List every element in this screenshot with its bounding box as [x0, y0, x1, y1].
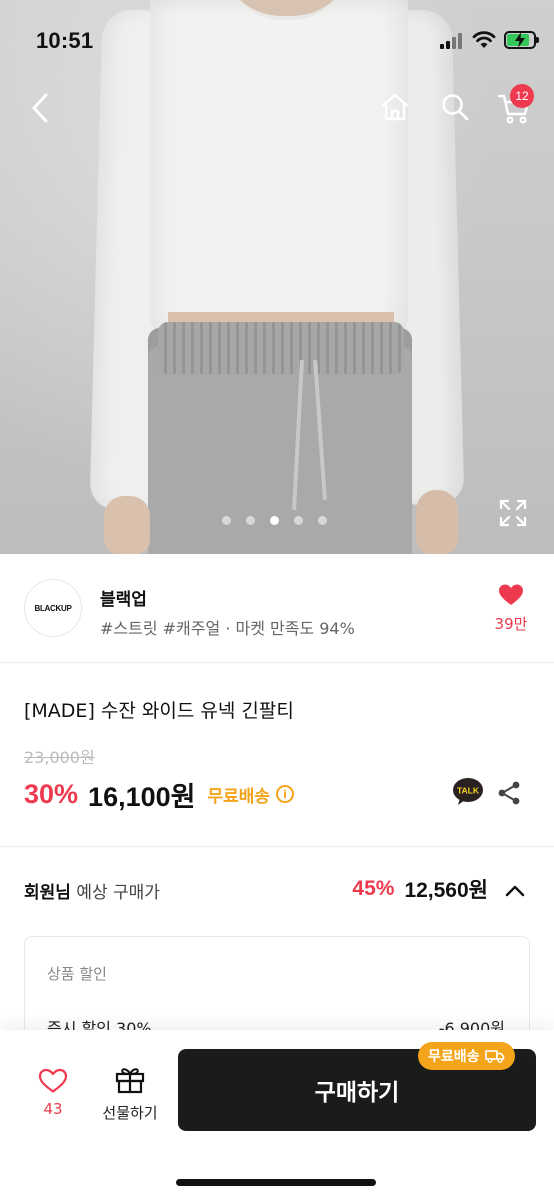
free-shipping-label: 무료배송 — [207, 786, 271, 807]
gift-button[interactable]: 선물하기 — [96, 1064, 164, 1123]
expand-icon[interactable] — [498, 498, 528, 528]
product-title: [MADE] 수잔 와이드 유넥 긴팔티 — [24, 700, 294, 722]
product-like-count: 43 — [43, 1100, 63, 1118]
gallery-dot[interactable] — [294, 516, 303, 525]
heart-outline-icon — [38, 1068, 68, 1093]
cart-count-badge: 12 — [510, 84, 534, 108]
original-price: 23,000원 — [24, 748, 95, 767]
kakaotalk-share-icon[interactable]: TALK — [452, 777, 484, 807]
store-name[interactable]: 블랙업 — [100, 585, 147, 610]
free-shipping-tag-label: 무료배송 — [428, 1049, 480, 1065]
gift-icon — [115, 1068, 145, 1094]
store-like-button[interactable]: 39만 — [488, 583, 534, 634]
member-label-bold: 회원님 — [24, 883, 71, 903]
share-icon[interactable] — [496, 780, 522, 806]
bottom-action-bar: 43 선물하기 구매하기 무료배송 — [0, 1030, 554, 1200]
home-button[interactable] — [376, 88, 414, 126]
gallery-dot[interactable] — [246, 516, 255, 525]
home-icon — [381, 93, 409, 121]
image-waistband — [158, 322, 404, 374]
wifi-icon — [472, 31, 496, 48]
gallery-dot[interactable] — [222, 516, 231, 525]
member-label-rest: 예상 구매가 — [70, 883, 160, 903]
battery-icon — [504, 31, 539, 49]
image-hand-right — [416, 490, 458, 554]
store-section[interactable]: BLACKUP 블랙업 #스트릿 #캐주얼 · 마켓 만족도 94% 39만 — [0, 555, 554, 663]
product-image[interactable] — [0, 0, 554, 554]
info-icon[interactable]: i — [276, 785, 295, 803]
gallery-pagination — [222, 516, 327, 525]
section-divider — [0, 846, 554, 847]
store-logo-text: BLACKUP — [34, 603, 72, 613]
member-discount-rate: 45% — [352, 877, 395, 900]
store-like-count: 39만 — [494, 615, 528, 633]
home-indicator — [176, 1179, 376, 1186]
talk-label: TALK — [457, 786, 480, 796]
image-hand-left — [104, 496, 150, 554]
gift-label: 선물하기 — [102, 1104, 158, 1122]
discount-rate: 30% — [24, 778, 79, 809]
status-time: 10:51 — [36, 28, 94, 53]
store-logo[interactable]: BLACKUP — [24, 579, 82, 637]
member-price: 45% 12,560원 — [352, 874, 488, 904]
heart-filled-icon — [499, 584, 523, 605]
signal-icon — [440, 33, 466, 49]
truck-icon — [484, 1050, 504, 1063]
sale-price: 16,100원 — [88, 781, 196, 812]
back-arrow-icon — [32, 93, 48, 123]
gallery-dot[interactable] — [318, 516, 327, 525]
chevron-up-icon[interactable] — [504, 880, 526, 902]
free-shipping-tag: 무료배송 — [418, 1042, 515, 1070]
back-button[interactable] — [22, 88, 58, 128]
gallery-dot-active[interactable] — [270, 516, 279, 525]
status-bar: 10:51 — [0, 0, 554, 80]
member-expected-price: 12,560원 — [404, 879, 488, 902]
store-tags: #스트릿 #캐주얼 · 마켓 만족도 94% — [100, 619, 355, 638]
price-row: 30% 16,100원 무료배송 i — [24, 776, 295, 812]
search-icon — [442, 94, 469, 121]
product-like-button[interactable]: 43 — [34, 1068, 72, 1118]
member-price-label[interactable]: 회원님 예상 구매가 — [24, 878, 160, 903]
search-button[interactable] — [436, 88, 474, 126]
discount-box-title: 상품 할인 — [47, 965, 107, 983]
